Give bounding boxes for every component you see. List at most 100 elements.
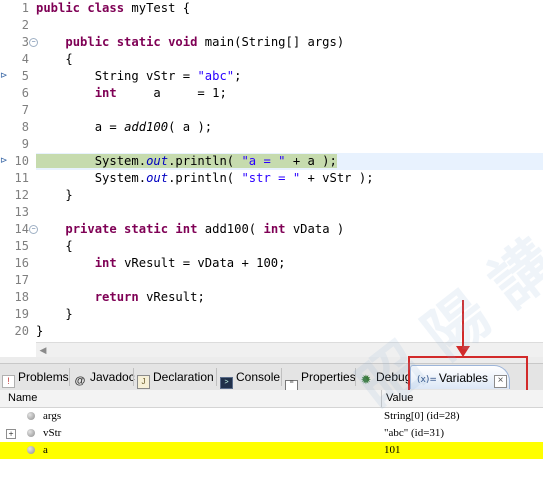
code-line[interactable]: { (36, 51, 543, 68)
code-token: System. (36, 154, 147, 168)
debug-stack-frame-icon: ⊳ (0, 71, 8, 81)
variables-table-header: Name Value (0, 390, 543, 408)
code-line[interactable]: String vStr = "abc"; (36, 68, 543, 85)
tab-variables[interactable]: (x)= Variables × (410, 365, 510, 389)
local-variable-icon (27, 429, 35, 437)
code-line[interactable] (36, 102, 543, 119)
code-line[interactable]: } (36, 323, 543, 340)
editor-corner (0, 342, 36, 356)
line-number: 2 (21, 18, 29, 32)
code-line[interactable]: { (36, 238, 543, 255)
code-token: "abc" (197, 69, 235, 83)
code-token: } (36, 307, 73, 321)
tab-console[interactable]: > Console (220, 366, 281, 389)
code-token: } (36, 188, 73, 202)
code-line[interactable]: System.out.println( "a = " + a ); (36, 153, 543, 170)
line-number: 3 (21, 35, 29, 49)
code-token: .println( (168, 154, 242, 168)
code-line[interactable] (36, 17, 543, 34)
code-line[interactable]: public class myTest { (36, 0, 543, 17)
tab-label: Console (236, 370, 281, 384)
console-icon: > (220, 377, 233, 389)
code-line[interactable]: int a = 1; (36, 85, 543, 102)
column-divider[interactable] (381, 390, 382, 407)
code-token: vData ) (292, 222, 345, 236)
line-number: 14 (14, 222, 29, 236)
local-variable-icon (27, 412, 35, 420)
line-number: 16 (14, 256, 29, 270)
code-line[interactable] (36, 272, 543, 289)
code-line[interactable]: System.out.println( "str = " + vStr ); (36, 170, 543, 187)
annotation-arrow-head (456, 346, 470, 357)
tab-label: Variables (438, 371, 489, 385)
code-token: a = 1; (116, 86, 227, 100)
annotation-arrow-shaft (462, 300, 464, 350)
code-token: System. (36, 171, 147, 185)
close-icon[interactable]: × (494, 375, 508, 388)
code-line[interactable]: return vResult; (36, 289, 543, 306)
column-header-name[interactable]: Name (8, 390, 37, 407)
code-line[interactable]: } (36, 187, 543, 204)
code-line[interactable]: } (36, 306, 543, 323)
code-line[interactable]: private static int add100( int vData ) (36, 221, 543, 238)
tab-separator (216, 368, 217, 386)
tab-declaration[interactable]: J Declaration (137, 366, 214, 389)
tab-label: Properties (301, 370, 356, 384)
line-number: 9 (21, 137, 29, 151)
variable-value: 101 (384, 444, 401, 456)
view-tab-bar: ! Problems @ Javadoc J Declaration > Console… (0, 363, 543, 392)
declaration-icon: J (137, 375, 150, 389)
tab-separator (355, 368, 356, 386)
javadoc-icon: @ (74, 375, 86, 387)
code-token: public static void (65, 35, 205, 49)
code-line[interactable]: public static void main(String[] args) (36, 34, 543, 51)
line-number: 8 (21, 120, 29, 134)
code-token: vResult; (146, 290, 205, 304)
code-token: vResult = vData + 100; (124, 256, 286, 270)
expand-icon[interactable]: + (6, 429, 16, 439)
code-token: a = (36, 120, 125, 134)
code-token: main(String[] args) (204, 35, 345, 49)
problems-icon: ! (2, 375, 15, 388)
code-line[interactable]: a = add100( a ); (36, 119, 543, 136)
tab-javadoc[interactable]: @ Javadoc (73, 366, 135, 388)
code-token: ; (234, 69, 242, 83)
variable-row[interactable]: a 101 (0, 442, 543, 459)
code-editor[interactable]: 123456789101112131415161718192021−−⊳⊳ pu… (0, 0, 543, 355)
tab-problems[interactable]: ! Problems (2, 366, 69, 388)
code-token: "str = " (241, 171, 301, 185)
tab-separator (133, 368, 134, 386)
variable-row[interactable]: args String[0] (id=28) (0, 408, 543, 425)
tab-separator (281, 368, 282, 386)
variable-name: a (43, 444, 48, 456)
line-number: 18 (14, 290, 29, 304)
column-header-value[interactable]: Value (386, 390, 413, 407)
tab-debug[interactable]: ✹ Debug (359, 366, 412, 388)
line-number: 5 (21, 69, 29, 83)
code-token: return (94, 290, 147, 304)
code-line[interactable] (36, 136, 543, 153)
line-number: 7 (21, 103, 29, 117)
line-number: 4 (21, 52, 29, 66)
line-number: 13 (14, 205, 29, 219)
line-number: 19 (14, 307, 29, 321)
code-token: .println( (168, 171, 242, 185)
code-token: + a ); (285, 154, 337, 168)
scroll-left-icon[interactable]: ◀ (36, 343, 50, 357)
code-line[interactable]: int vResult = vData + 100; (36, 255, 543, 272)
debug-icon: ✹ (360, 372, 372, 387)
code-line[interactable] (36, 204, 543, 221)
code-token: ( a ); (168, 120, 213, 134)
variable-row[interactable]: + vStr "abc" (id=31) (0, 425, 543, 442)
tab-properties[interactable]: ≡ Properties (285, 366, 356, 392)
line-number: 15 (14, 239, 29, 253)
code-token: "a = " (241, 154, 286, 168)
tab-separator (69, 368, 70, 386)
variable-name: args (43, 410, 62, 422)
variables-view[interactable]: Name Value args String[0] (id=28) + vStr "ab… (0, 390, 543, 477)
debug-stack-frame-icon: ⊳ (0, 156, 8, 166)
tab-label: Problems (18, 370, 69, 384)
line-number: 10 (14, 154, 29, 168)
